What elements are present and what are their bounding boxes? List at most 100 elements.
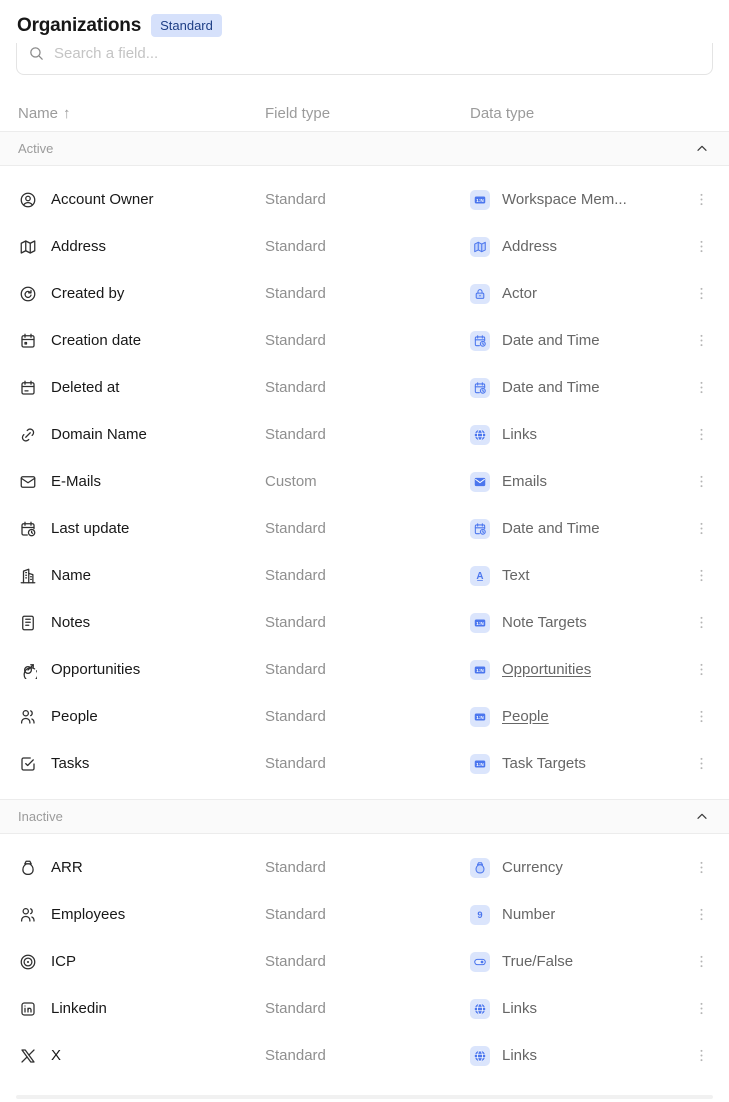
data-type-label: True/False — [502, 953, 573, 970]
kebab-vertical-icon — [693, 953, 710, 970]
row-menu-button[interactable] — [689, 1044, 713, 1068]
section-header-active[interactable]: Active — [0, 131, 729, 166]
row-menu-button[interactable] — [689, 950, 713, 974]
field-row[interactable]: X Standard Links — [0, 1032, 729, 1079]
calendar-clock-icon — [19, 520, 37, 538]
field-row[interactable]: Created byStandardActor — [0, 270, 729, 317]
svg-text:1:N: 1:N — [476, 620, 484, 625]
row-menu-button[interactable] — [689, 903, 713, 927]
field-name-label: X — [51, 1047, 61, 1064]
lock-datatype-icon — [470, 284, 490, 304]
field-row[interactable]: AddressStandardAddress — [0, 223, 729, 270]
kebab-vertical-icon — [693, 191, 710, 208]
field-row[interactable]: Domain NameStandardLinks — [0, 411, 729, 458]
row-menu-button[interactable] — [689, 752, 713, 776]
users-icon — [19, 708, 37, 726]
field-type-cell: Standard — [265, 1047, 470, 1064]
field-name-cell: Tasks — [16, 755, 265, 773]
field-type-cell: Standard — [265, 1000, 470, 1017]
row-menu-button[interactable] — [689, 997, 713, 1021]
kebab-vertical-icon — [693, 426, 710, 443]
field-name-label: Address — [51, 238, 106, 255]
row-menu-button[interactable] — [689, 329, 713, 353]
map-icon — [19, 238, 37, 256]
field-name-cell: ARR — [16, 859, 265, 877]
relation-datatype-icon: 1:N — [470, 754, 490, 774]
field-row[interactable]: ICPStandardTrue/False — [0, 938, 729, 985]
user-circle-icon — [19, 191, 37, 209]
row-menu-button[interactable] — [689, 188, 713, 212]
field-type-cell: Standard — [265, 755, 470, 772]
field-row[interactable]: PeopleStandard1:NPeople — [0, 693, 729, 740]
field-name-cell: Account Owner — [16, 191, 265, 209]
field-name-label: Employees — [51, 906, 125, 923]
data-type-label[interactable]: Opportunities — [502, 661, 591, 678]
globe-datatype-icon — [470, 999, 490, 1019]
data-type-label: Links — [502, 1047, 537, 1064]
kebab-vertical-icon — [693, 379, 710, 396]
svg-text:1:N: 1:N — [476, 197, 484, 202]
field-row[interactable]: NotesStandard1:NNote Targets — [0, 599, 729, 646]
field-type-cell: Standard — [265, 859, 470, 876]
chevron-up-icon[interactable] — [694, 809, 710, 825]
field-type-cell: Standard — [265, 661, 470, 678]
globe-datatype-icon — [470, 425, 490, 445]
row-menu-button[interactable] — [689, 423, 713, 447]
data-type-cell: Links — [470, 999, 681, 1019]
kebab-vertical-icon — [693, 285, 710, 302]
field-type-cell: Standard — [265, 379, 470, 396]
row-menu-button[interactable] — [689, 376, 713, 400]
section-header-inactive[interactable]: Inactive — [0, 799, 729, 834]
field-row[interactable]: NameStandardAText — [0, 552, 729, 599]
field-name-cell: Creation date — [16, 332, 265, 350]
field-type-cell: Standard — [265, 906, 470, 923]
target-icon — [19, 953, 37, 971]
field-row[interactable]: Deleted atStandardDate and Time — [0, 364, 729, 411]
svg-text:9: 9 — [477, 910, 482, 920]
object-type-badge: Standard — [151, 14, 222, 37]
field-row[interactable]: ARRStandardCurrency — [0, 844, 729, 891]
letter-a-datatype-icon: A — [470, 566, 490, 586]
calendar-clock-datatype-icon — [470, 519, 490, 539]
field-name-cell: Notes — [16, 614, 265, 632]
column-header-field-type: Field type — [265, 105, 470, 122]
moneybag-icon — [19, 859, 37, 877]
data-type-label[interactable]: People — [502, 708, 549, 725]
data-type-cell: Links — [470, 1046, 681, 1066]
notes-icon — [19, 614, 37, 632]
data-type-cell: Address — [470, 237, 681, 257]
field-row[interactable]: Last updateStandardDate and Time — [0, 505, 729, 552]
field-row[interactable]: E-MailsCustomEmails — [0, 458, 729, 505]
field-row[interactable]: Employees Standard 9 Number — [0, 891, 729, 938]
chevron-up-icon[interactable] — [694, 141, 710, 157]
row-menu-button[interactable] — [689, 564, 713, 588]
row-menu-button[interactable] — [689, 611, 713, 635]
relation-datatype-icon: 1:N — [470, 190, 490, 210]
row-menu-button[interactable] — [689, 282, 713, 306]
field-row[interactable]: TasksStandard1:NTask Targets — [0, 740, 729, 787]
row-menu-button[interactable] — [689, 470, 713, 494]
field-row[interactable]: LinkedinStandardLinks — [0, 985, 729, 1032]
data-type-label: Number — [502, 906, 555, 923]
row-menu-button[interactable] — [689, 705, 713, 729]
data-type-label: Text — [502, 567, 530, 584]
search-input[interactable] — [54, 45, 701, 62]
field-name-label: Opportunities — [51, 661, 140, 678]
kebab-vertical-icon — [693, 708, 710, 725]
field-row[interactable]: Creation dateStandardDate and Time — [0, 317, 729, 364]
data-type-cell: True/False — [470, 952, 681, 972]
field-name-label: Domain Name — [51, 426, 147, 443]
field-name-cell: Employees — [16, 906, 265, 924]
field-type-cell: Custom — [265, 473, 470, 490]
field-name-cell: Opportunities — [16, 661, 265, 679]
field-type-cell: Standard — [265, 191, 470, 208]
row-menu-button[interactable] — [689, 235, 713, 259]
row-menu-button[interactable] — [689, 658, 713, 682]
field-row[interactable]: OpportunitiesStandard1:NOpportunities — [0, 646, 729, 693]
kebab-vertical-icon — [693, 755, 710, 772]
search-field[interactable] — [16, 43, 713, 75]
column-header-name[interactable]: Name ↑ — [16, 105, 265, 122]
field-row[interactable]: Account OwnerStandard1:NWorkspace Mem... — [0, 176, 729, 223]
row-menu-button[interactable] — [689, 856, 713, 880]
row-menu-button[interactable] — [689, 517, 713, 541]
